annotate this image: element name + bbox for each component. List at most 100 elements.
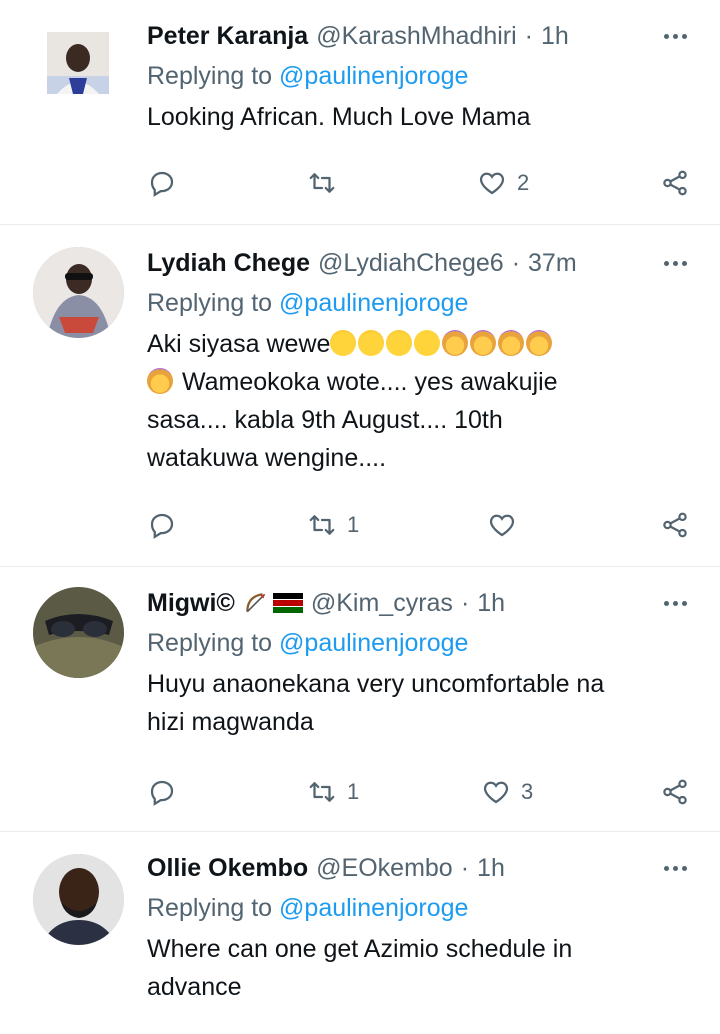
more-button[interactable] [660,247,690,279]
dot-separator: · [524,22,533,50]
replying-to: Replying to @paulinenjoroge [147,623,690,663]
tweet-text-line: Huyu anaonekana very uncomfortable na [147,670,605,698]
tweet-text-line: advance [147,973,242,1001]
timestamp[interactable]: 1h [477,852,505,884]
tweet-text-line: watakuwa wengine.... [147,444,387,472]
author-handle[interactable]: @KarashMhadhiri [316,20,516,52]
heart-icon [489,514,515,537]
reply-button[interactable] [147,772,177,812]
share-button[interactable] [660,163,690,203]
like-button[interactable] [487,505,527,545]
tweet[interactable]: Migwi© @Kim_cyras · 1h Replying to @paul… [0,567,720,832]
more-button[interactable] [660,587,690,619]
retweet-icon [309,515,335,535]
kenya-flag-icon [272,593,303,613]
reply-button[interactable] [147,505,177,545]
reply-icon [150,513,174,539]
heart-icon [483,781,509,804]
tweet[interactable]: Lydiah Chege @LydiahChege6 · 37m Replyin… [0,225,720,567]
share-icon [663,170,687,196]
timestamp[interactable]: 1h [541,20,569,52]
tweet-text: Aki siyasa wewe Wameokoka wote.... yes a… [147,325,690,477]
like-count: 3 [521,779,534,804]
woman-shrug-emoji-icon [147,368,173,394]
author-handle[interactable]: @EOkembo [316,852,453,884]
avatar[interactable] [47,32,109,94]
author-name[interactable]: Migwi© [147,587,235,619]
more-button[interactable] [660,852,690,884]
bow-and-arrow-emoji-icon [246,593,266,613]
tweet-text-line: Wameokoka wote.... yes awakujie [147,363,690,401]
timestamp[interactable]: 1h [477,587,505,619]
reply-button[interactable] [147,163,177,203]
avatar[interactable] [33,854,124,945]
retweet-count: 1 [347,779,360,804]
heart-icon [479,172,505,195]
like-button[interactable]: 3 [481,772,533,812]
woman-emoji-icon [470,330,497,356]
author-name[interactable]: Lydiah Chege [147,247,310,279]
tweet[interactable]: Peter Karanja @KarashMhadhiri · 1h Reply… [0,0,720,225]
action-bar: 2 [147,163,690,203]
author-name[interactable]: Peter Karanja [147,20,308,52]
replying-to: Replying to @paulinenjoroge [147,283,690,323]
tweet-text: Looking African. Much Love Mama [147,98,690,136]
replying-prefix: Replying to [147,894,273,922]
replying-prefix: Replying to [147,629,273,657]
more-icon [663,260,687,266]
eye-roll-emoji-icon [414,330,441,356]
tweet-text-line: hizi magwanda [147,708,314,736]
tweet-text-line: sasa.... kabla 9th August.... 10th [147,406,503,434]
like-button[interactable]: 2 [477,163,529,203]
tweet-text: Where can one get Azimio schedule in adv… [147,930,690,1006]
replying-to: Replying to @paulinenjoroge [147,888,690,928]
reply-icon [150,780,174,806]
tweet-text-line: Aki siyasa wewe [147,325,690,363]
retweet-count: 1 [347,512,360,537]
reply-icon [150,171,174,197]
replying-handle[interactable]: @paulinenjoroge [279,289,468,317]
share-icon [663,512,687,538]
dot-separator: · [511,249,521,277]
timestamp[interactable]: 37m [528,247,577,279]
laughing-emoji-icon [358,330,385,356]
retweet-icon [309,173,335,193]
action-bar: 1 [147,505,690,545]
action-bar: 1 3 [147,772,690,812]
retweet-button[interactable]: 1 [307,505,359,545]
more-icon [663,600,687,606]
share-button[interactable] [660,505,690,545]
woman-shrug-emoji-icon [526,330,553,356]
dot-separator: · [460,589,470,617]
retweet-button[interactable] [307,163,347,203]
replying-handle[interactable]: @paulinenjoroge [279,894,468,922]
more-icon [663,33,687,39]
more-icon [663,865,687,871]
author-name[interactable]: Ollie Okembo [147,852,308,884]
tweet-text-line-1: Aki siyasa wewe [147,330,331,358]
retweet-button[interactable]: 1 [307,772,359,812]
laughing-emoji-icon [386,330,413,356]
replying-prefix: Replying to [147,62,273,90]
share-icon [663,779,687,805]
replying-handle[interactable]: @paulinenjoroge [279,629,468,657]
tweet-text-line-2: Wameokoka wote.... yes awakujie [181,368,558,396]
tweet-text: Huyu anaonekana very uncomfortable na hi… [147,665,690,741]
replying-handle[interactable]: @paulinenjoroge [279,62,468,90]
share-button[interactable] [660,772,690,812]
tweet[interactable]: Ollie Okembo @EOkembo · 1h Replying to @… [0,832,720,1034]
woman-emoji-icon [498,330,525,356]
tweet-text-line: Looking African. Much Love Mama [147,103,531,131]
retweet-icon [309,782,335,802]
avatar[interactable] [33,587,124,678]
laughing-emoji-icon [330,330,357,356]
dot-separator: · [460,854,470,882]
replying-prefix: Replying to [147,289,273,317]
avatar[interactable] [33,247,124,338]
tweet-text-line: Where can one get Azimio schedule in [147,935,573,963]
woman-emoji-icon [442,330,469,356]
more-button[interactable] [660,20,690,52]
replying-to: Replying to @paulinenjoroge [147,56,690,96]
author-handle[interactable]: @LydiahChege6 [318,247,504,279]
author-handle[interactable]: @Kim_cyras [311,587,453,619]
